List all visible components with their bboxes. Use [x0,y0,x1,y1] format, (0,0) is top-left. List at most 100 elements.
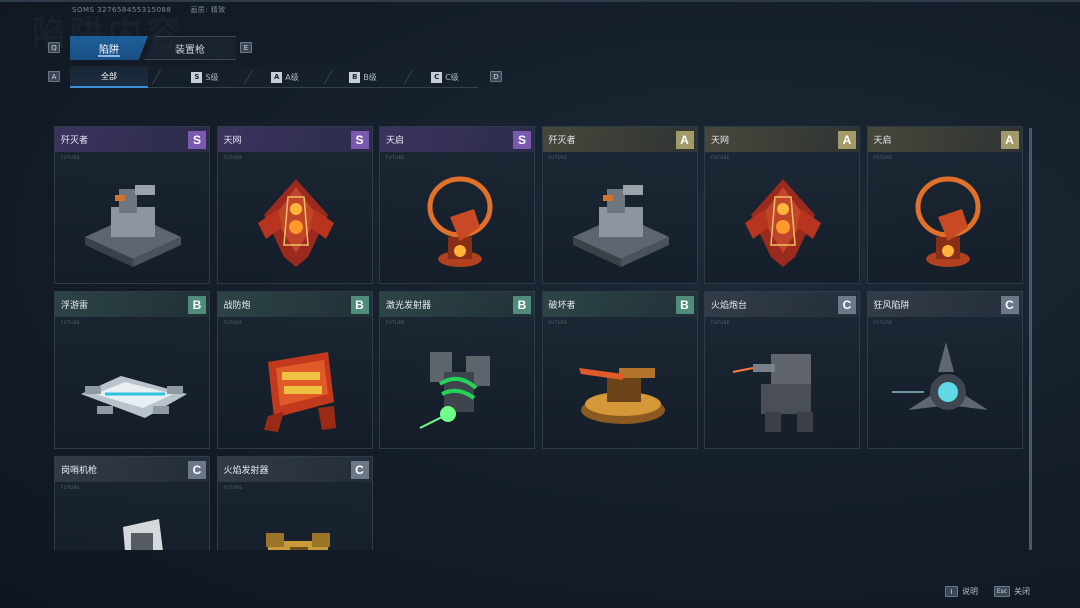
trap-card[interactable]: 天网 A FUTURE [704,126,860,284]
trap-name: 天网 [223,136,242,146]
flame-turret-icon [725,332,841,442]
help-hint[interactable]: I 说明 [945,586,978,597]
tab-device-guns[interactable]: 装置枪 [144,36,236,60]
trap-subtitle: FUTURE [61,320,80,325]
trap-card[interactable]: 战防炮 B FUTURE [216,291,373,449]
trap-name: 战防炮 [223,301,251,311]
trap-subtitle: FUTURE [548,155,568,160]
trap-name: 火焰发射器 [223,466,269,476]
anti-tank-cannon-icon [238,332,354,442]
scrollbar-thumb[interactable] [1029,128,1032,550]
trap-name: 岗哨机枪 [61,466,98,476]
trap-name: 狂风陷阱 [873,301,910,311]
c-rank-badge: C [431,71,443,83]
apocalypse-icon [400,167,516,277]
filter-b-rank[interactable]: B B级 [328,66,398,88]
rank-badge: A [838,131,856,149]
trap-name: 激光发射器 [386,301,432,311]
rank-badge: B [350,296,369,314]
trap-card[interactable]: 岗哨机枪 C FUTURE [54,456,210,550]
top-border [0,0,1080,2]
trap-card-header: 天启 [867,127,1022,152]
skynet-icon [725,167,841,277]
filter-track: 全部 S S级 A A级 B B级 C C级 [70,66,478,88]
trap-card[interactable]: 狂风陷阱 C FUTURE [866,291,1023,449]
help-label: 说明 [962,587,978,596]
turret-annihilator-icon [563,167,679,277]
trap-card-header: 歼灭者 [55,127,209,152]
trap-card[interactable]: 天启 A FUTURE [866,126,1023,284]
trap-card-header: 天启 [380,127,534,152]
trap-card[interactable]: 浮游雷 B FUTURE [54,291,210,449]
trap-card-header: 破坏者 [542,292,697,317]
trap-card[interactable]: 歼灭者 S FUTURE [54,126,210,284]
rank-badge: B [675,296,694,314]
trap-name: 天启 [873,136,892,146]
sentry-gun-icon [75,497,191,550]
trap-card-header: 激光发射器 [380,292,534,317]
trap-subtitle: FUTURE [386,320,405,325]
trap-name: 歼灭者 [548,136,576,146]
destroyer-icon [563,332,679,442]
trap-subtitle: FUTURE [223,320,243,325]
turret-annihilator-icon [75,167,191,277]
trap-card-header: 岗哨机枪 [55,457,209,482]
filter-a-rank[interactable]: A A级 [250,66,320,88]
trap-card-header: 火焰炮台 [705,292,859,317]
rank-badge: A [675,131,694,149]
apocalypse-icon [888,167,1004,277]
filter-a-label: A级 [285,72,299,82]
rank-badge: C [838,296,856,314]
rank-badge: S [188,131,206,149]
close-label: 关闭 [1014,587,1030,596]
flamethrower-icon [238,497,354,550]
help-key: I [945,586,958,597]
rank-badge: A [1000,131,1019,149]
tab-prev-key[interactable]: Q [48,42,60,53]
footer-hints: I 说明 Esc 关闭 [929,586,1030,597]
trap-card[interactable]: 火焰炮台 C FUTURE [704,291,860,449]
trap-card[interactable]: 破坏者 B FUTURE [541,291,698,449]
trap-card-header: 火焰发射器 [217,457,372,482]
trap-card-header: 战防炮 [217,292,372,317]
trap-name: 天网 [711,136,730,146]
filter-c-label: C级 [445,72,459,82]
rank-badge: B [188,296,206,314]
trap-subtitle: FUTURE [61,485,80,490]
rank-badge: C [188,461,206,479]
trap-card[interactable]: 火焰发射器 C FUTURE [216,456,373,550]
trap-name: 浮游雷 [61,301,89,311]
trap-card[interactable]: 激光发射器 B FUTURE [379,291,535,449]
quality-label: 画质: 精致 [190,6,226,14]
rank-badge: S [513,131,531,149]
tab-traps[interactable]: 陷阱 [70,36,148,60]
rank-badge: C [1000,296,1019,314]
trap-card[interactable]: 天启 S FUTURE [379,126,535,284]
filter-c-rank[interactable]: C C级 [410,66,480,88]
filter-all-label: 全部 [101,71,117,81]
rank-badge: C [350,461,369,479]
laser-emitter-icon [400,332,516,442]
session-id: SOMS 327658455315088 [72,6,172,14]
close-hint[interactable]: Esc 关闭 [994,586,1030,597]
filter-s-label: S级 [205,72,219,82]
rank-filter-bar: A 全部 S S级 A A级 B B级 C C级 D [48,66,508,88]
grid-scrollbar[interactable] [1029,128,1032,550]
trap-subtitle: FUTURE [386,155,405,160]
rank-badge: S [350,131,369,149]
a-rank-badge: A [271,71,283,83]
filter-s-rank[interactable]: S S级 [170,66,240,88]
trap-card-header: 天网 [705,127,859,152]
trap-card[interactable]: 歼灭者 A FUTURE [541,126,698,284]
tab-next-key[interactable]: E [240,42,252,53]
trap-name: 歼灭者 [61,136,89,146]
trap-grid: 歼灭者 S FUTURE 天网 S FUTURE 天启 S FUTURE 歼灭者 A FUTUR… [54,126,1028,550]
filter-all[interactable]: 全部 [70,66,148,88]
trap-subtitle: FUTURE [223,155,243,160]
trap-card-header: 歼灭者 [542,127,697,152]
trap-card[interactable]: 天网 S FUTURE [216,126,373,284]
filter-next-key[interactable]: D [490,71,502,82]
filter-prev-key[interactable]: A [48,71,60,82]
trap-card-header: 狂风陷阱 [867,292,1022,317]
trap-subtitle: FUTURE [61,155,80,160]
